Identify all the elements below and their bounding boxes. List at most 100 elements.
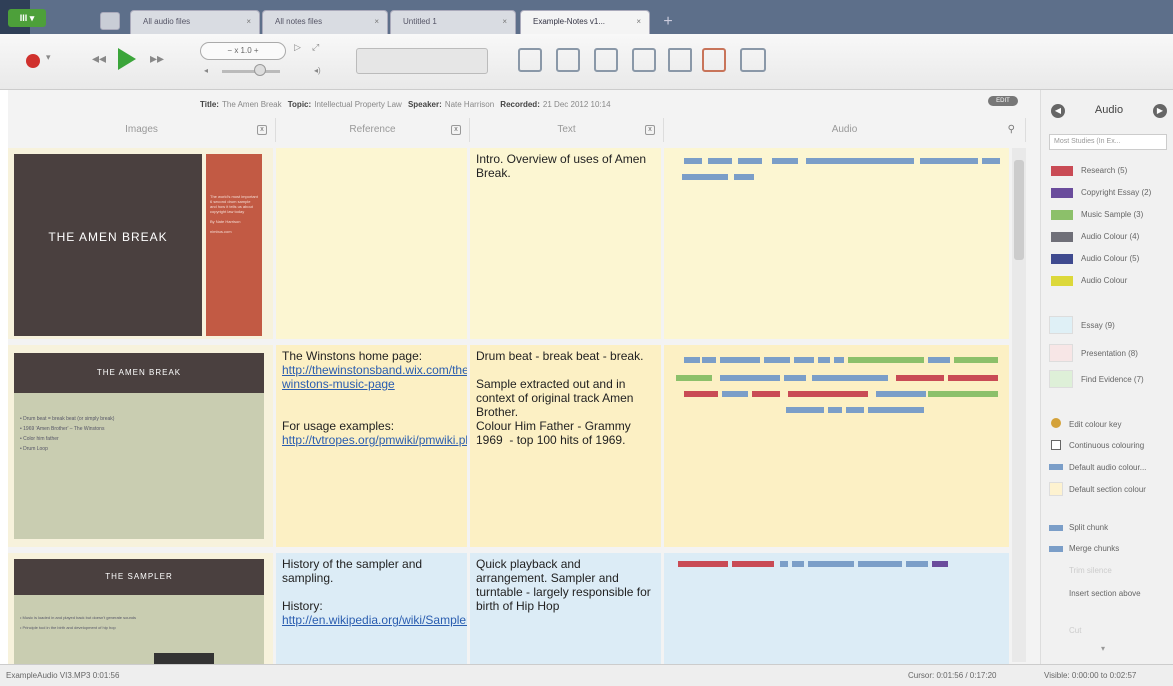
text-cell[interactable]: Drum beat - break beat - break. Sample e… — [470, 345, 664, 550]
audio-chunk[interactable] — [720, 375, 780, 381]
audio-chunk[interactable] — [982, 158, 1000, 164]
audio-chunk[interactable] — [678, 561, 728, 567]
record-menu-icon[interactable]: ▾ — [46, 52, 51, 63]
close-icon[interactable]: × — [246, 11, 251, 33]
continuous-colouring-label[interactable]: Continuous colouring — [1069, 441, 1144, 450]
tab-all-notes-files[interactable]: All notes files × — [262, 10, 388, 34]
notes-view-icon[interactable] — [518, 48, 542, 72]
audio-chunk[interactable] — [868, 407, 924, 413]
default-section-colour-button[interactable]: Default section colour — [1069, 485, 1146, 494]
audio-chunk[interactable] — [702, 357, 716, 363]
audio-chunk[interactable] — [932, 561, 948, 567]
audio-chunk[interactable] — [906, 561, 928, 567]
pdf-icon[interactable] — [702, 48, 726, 72]
audio-chunk[interactable] — [846, 407, 864, 413]
default-audio-colour-button[interactable]: Default audio colour... — [1069, 463, 1146, 472]
audio-chunk[interactable] — [954, 357, 998, 363]
record-button[interactable] — [26, 54, 40, 68]
audio-chunk[interactable] — [784, 375, 806, 381]
play-small-icon[interactable]: ▷ — [294, 42, 301, 53]
reference-link[interactable]: http://tvtropes.org/pmwiki/pmwiki.php/Ma… — [282, 433, 467, 447]
audio-chunk[interactable] — [828, 407, 842, 413]
audio-cell[interactable] — [664, 148, 1012, 342]
table-row[interactable]: THE SAMPLER • Music is loaded in and pla… — [8, 553, 1012, 664]
audio-chunk[interactable] — [792, 561, 804, 567]
slide-thumbnail[interactable]: THE SAMPLER • Music is loaded in and pla… — [14, 559, 264, 664]
edit-info-button[interactable]: EDIT — [988, 96, 1018, 106]
audio-chunk[interactable] — [708, 158, 732, 164]
audio-chunk[interactable] — [794, 357, 814, 363]
audio-chunk[interactable] — [808, 561, 854, 567]
upload-icon[interactable] — [594, 48, 618, 72]
column-close-icon[interactable]: x — [645, 125, 655, 135]
insert-section-above-button[interactable]: Insert section above — [1069, 589, 1141, 598]
audio-cell[interactable] — [664, 345, 1012, 550]
edit-colour-key-button[interactable]: Edit colour key — [1069, 420, 1121, 429]
audio-chunk[interactable] — [806, 158, 914, 164]
cut-button[interactable]: Cut — [1069, 626, 1081, 635]
audio-chunk[interactable] — [684, 158, 702, 164]
volume-slider[interactable] — [222, 70, 280, 73]
column-header-reference[interactable]: Reference x — [276, 118, 470, 142]
legend-item-audio-colour-4[interactable]: Audio Colour (4) — [1051, 228, 1171, 246]
text-cell[interactable]: Quick playback and arrangement. Sampler … — [470, 553, 664, 664]
reference-link[interactable]: http://en.wikipedia.org/wiki/Sampler_(mu… — [282, 613, 467, 627]
audio-chunk[interactable] — [732, 561, 774, 567]
speed-control[interactable]: − x 1.0 + — [200, 42, 286, 60]
reference-link[interactable]: http://thewinstonsband.wix.com/the-winst… — [282, 363, 467, 391]
rewind-icon[interactable]: ◂◂ — [92, 50, 106, 67]
audio-chunk[interactable] — [858, 561, 902, 567]
audio-chunk[interactable] — [682, 174, 728, 180]
audio-chunk[interactable] — [772, 158, 798, 164]
import-notes-icon[interactable] — [556, 48, 580, 72]
scrollbar-thumb[interactable] — [1014, 160, 1024, 260]
merge-chunks-button[interactable]: Merge chunks — [1069, 544, 1119, 553]
section-label-presentation[interactable]: Presentation (8) — [1081, 349, 1138, 358]
legend-item-music-sample[interactable]: Music Sample (3) — [1051, 206, 1171, 224]
section-swatch-find-evidence[interactable] — [1049, 370, 1073, 388]
volume-slider-knob[interactable] — [254, 64, 266, 76]
table-row[interactable]: THE AMEN BREAK The world's most importan… — [8, 148, 1012, 342]
audio-chunk[interactable] — [876, 391, 926, 397]
section-label-find-evidence[interactable]: Find Evidence (7) — [1081, 375, 1144, 384]
slide-thumbnail[interactable]: THE AMEN BREAK — [14, 154, 202, 336]
audio-chunk[interactable] — [788, 391, 868, 397]
column-header-images[interactable]: Images x — [8, 118, 276, 142]
chevron-down-icon[interactable]: ▾ — [1101, 644, 1105, 653]
split-chunk-button[interactable]: Split chunk — [1069, 523, 1108, 532]
home-icon[interactable] — [100, 12, 120, 30]
reference-cell[interactable]: The Winstons home page: http://thewinsto… — [276, 345, 470, 550]
audio-chunk[interactable] — [928, 391, 998, 397]
play-button[interactable] — [118, 48, 136, 70]
audio-chunk[interactable] — [928, 357, 950, 363]
audio-chunk[interactable] — [786, 407, 824, 413]
audio-chunk[interactable] — [720, 357, 760, 363]
audio-chunk[interactable] — [848, 357, 924, 363]
text-cell[interactable]: Intro. Overview of uses of Amen Break. — [470, 148, 664, 342]
panel-prev-button[interactable]: ◀ — [1051, 104, 1065, 118]
audio-chunk[interactable] — [676, 375, 712, 381]
section-swatch-essay[interactable] — [1049, 316, 1073, 334]
view-mode-group[interactable] — [356, 48, 488, 74]
audio-chunk[interactable] — [812, 375, 888, 381]
images-cell[interactable]: THE SAMPLER • Music is loaded in and pla… — [8, 553, 276, 664]
slide-thumbnail[interactable]: THE AMEN BREAK • Drum beat = break beat … — [14, 353, 264, 539]
export-icon[interactable] — [632, 48, 656, 72]
audio-chunk[interactable] — [684, 357, 700, 363]
expand-icon[interactable]: ⤢ — [312, 42, 319, 53]
audio-chunk[interactable] — [752, 391, 780, 397]
camera-icon[interactable] — [740, 48, 766, 72]
reference-cell[interactable]: History of the sampler and sampling. His… — [276, 553, 470, 664]
app-menu-button[interactable]: III ▾ — [8, 9, 46, 27]
panel-next-button[interactable]: ▶ — [1153, 104, 1167, 118]
audio-chunk[interactable] — [684, 391, 718, 397]
section-label-essay[interactable]: Essay (9) — [1081, 321, 1115, 330]
column-header-audio[interactable]: Audio ⚲ — [664, 118, 1026, 142]
legend-item-audio-colour-5[interactable]: Audio Colour (5) — [1051, 250, 1171, 268]
audio-chunk[interactable] — [896, 375, 944, 381]
new-tab-button[interactable]: + — [656, 12, 680, 32]
legend-item-research[interactable]: Research (5) — [1051, 162, 1171, 180]
presentation-icon[interactable] — [668, 48, 692, 72]
legend-item-audio-colour[interactable]: Audio Colour — [1051, 272, 1171, 290]
audio-chunk[interactable] — [834, 357, 844, 363]
